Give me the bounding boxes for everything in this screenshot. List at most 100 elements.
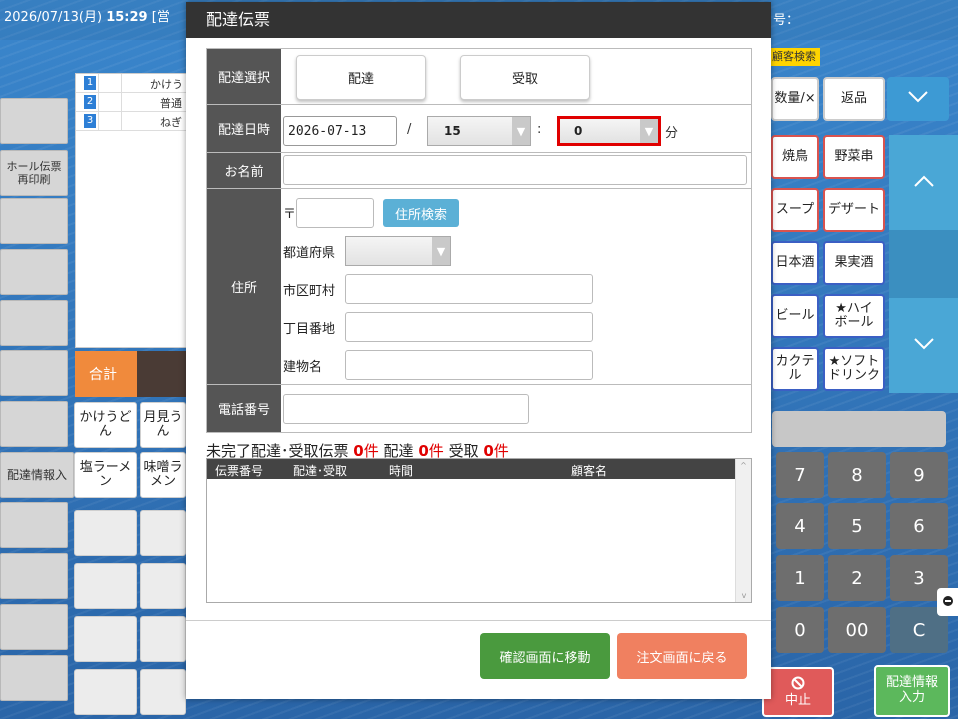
pending-list-header: 伝票番号 配達･受取 時間 顧客名 bbox=[207, 459, 735, 479]
key-4[interactable]: 4 bbox=[776, 503, 824, 549]
scroll-down-button[interactable] bbox=[889, 298, 958, 393]
date-separator: / bbox=[407, 122, 412, 137]
col-customer-name: 顧客名 bbox=[571, 464, 608, 478]
customer-name-label: お名前 bbox=[207, 153, 281, 188]
return-button[interactable]: 返品 bbox=[823, 77, 885, 121]
key-6[interactable]: 6 bbox=[890, 503, 948, 549]
back-to-order-button[interactable]: 注文画面に戻る bbox=[617, 633, 747, 679]
city-input[interactable] bbox=[345, 274, 593, 304]
category-soft-drink[interactable]: ★ソフト ドリンク bbox=[823, 347, 885, 391]
col-delivery-pickup: 配達･受取 bbox=[293, 464, 348, 478]
delivery-date-input[interactable]: 2026-07-13 bbox=[283, 116, 397, 146]
order-row[interactable]: 2 普通 bbox=[76, 93, 189, 112]
pickup-option-button[interactable]: 受取 bbox=[460, 55, 590, 100]
delivery-slip-dialog: 配達伝票 配達選択 配達 受取 配達日時 2026-07-13 / 15 ▼ :… bbox=[186, 2, 771, 699]
product-button-empty[interactable] bbox=[74, 563, 137, 609]
qty-multiply-button[interactable]: 数量/× bbox=[771, 77, 819, 121]
delivery-datetime-label: 配達日時 bbox=[207, 105, 281, 152]
category-highball[interactable]: ★ハイ ボール bbox=[823, 294, 885, 338]
chevron-up-icon bbox=[913, 174, 935, 192]
side-panel-toggle[interactable] bbox=[937, 588, 958, 616]
prefecture-label: 都道府県 bbox=[283, 246, 336, 261]
key-8[interactable]: 8 bbox=[828, 452, 886, 498]
order-row-number: 2 bbox=[84, 95, 96, 109]
hall-reprint-button[interactable]: ホール伝票 再印刷 bbox=[0, 150, 68, 196]
left-button-11[interactable] bbox=[0, 604, 68, 650]
category-kajitsushu[interactable]: 果実酒 bbox=[823, 241, 885, 285]
total-amount-panel bbox=[137, 351, 187, 397]
left-button-3[interactable] bbox=[0, 198, 68, 244]
product-button-empty[interactable] bbox=[140, 616, 186, 662]
delivery-option-button[interactable]: 配達 bbox=[296, 55, 426, 100]
product-button-empty[interactable] bbox=[140, 510, 186, 556]
category-yasai-kushi[interactable]: 野菜串 bbox=[823, 135, 885, 179]
prefecture-select[interactable]: ▼ bbox=[345, 236, 451, 266]
go-to-confirm-button[interactable]: 確認画面に移動 bbox=[480, 633, 610, 679]
left-button-10[interactable] bbox=[0, 553, 68, 599]
key-0[interactable]: 0 bbox=[776, 607, 824, 653]
key-00[interactable]: 00 bbox=[828, 607, 886, 653]
customer-search-button[interactable]: 顧客検索 bbox=[770, 48, 820, 66]
order-row[interactable]: 1 かけう bbox=[76, 74, 189, 93]
key-7[interactable]: 7 bbox=[776, 452, 824, 498]
chevron-up-icon: ^ bbox=[740, 461, 747, 470]
postal-code-input[interactable] bbox=[296, 198, 374, 228]
hour-select[interactable]: 15 ▼ bbox=[427, 116, 531, 146]
left-button-1[interactable] bbox=[0, 98, 68, 144]
product-button-miso-ramen[interactable]: 味噌ラ メン bbox=[140, 452, 186, 498]
collapse-toggle-button[interactable] bbox=[887, 77, 949, 121]
customer-name-input[interactable] bbox=[283, 155, 747, 185]
delivery-info-input-right-button[interactable]: 配達情報 入力 bbox=[874, 665, 950, 717]
numeric-display bbox=[772, 411, 946, 447]
key-2[interactable]: 2 bbox=[828, 555, 886, 601]
minute-select[interactable]: 0 ▼ bbox=[557, 116, 661, 146]
product-button-empty[interactable] bbox=[74, 510, 137, 556]
delivery-info-input-button[interactable]: 配達情報入 bbox=[0, 452, 74, 498]
category-nihonshu[interactable]: 日本酒 bbox=[771, 241, 819, 285]
product-button-empty[interactable] bbox=[140, 563, 186, 609]
category-beer[interactable]: ビール bbox=[771, 294, 819, 338]
time-separator: : bbox=[537, 122, 542, 137]
left-button-6[interactable] bbox=[0, 350, 68, 396]
product-button-empty[interactable] bbox=[74, 616, 137, 662]
col-slip-number: 伝票番号 bbox=[215, 464, 264, 478]
list-scrollbar[interactable]: ^ v bbox=[735, 459, 751, 602]
phone-input[interactable] bbox=[283, 394, 529, 424]
stop-button[interactable]: 中止 bbox=[762, 667, 834, 717]
address-search-button[interactable]: 住所検索 bbox=[383, 199, 459, 227]
delivery-select-row: 配達選択 配達 受取 bbox=[207, 49, 751, 105]
key-5[interactable]: 5 bbox=[828, 503, 886, 549]
order-row-name: ねぎ bbox=[160, 116, 182, 129]
product-button-kake-udon[interactable]: かけうど ん bbox=[74, 402, 137, 448]
order-row[interactable]: 3 ねぎ bbox=[76, 112, 189, 131]
order-row-cell bbox=[98, 112, 122, 131]
key-9[interactable]: 9 bbox=[890, 452, 948, 498]
chevron-down-icon bbox=[907, 90, 929, 108]
category-soup[interactable]: スープ bbox=[771, 188, 819, 232]
key-1[interactable]: 1 bbox=[776, 555, 824, 601]
delivery-select-label: 配達選択 bbox=[207, 49, 281, 104]
left-button-12[interactable] bbox=[0, 655, 68, 701]
left-button-4[interactable] bbox=[0, 249, 68, 295]
building-label: 建物名 bbox=[283, 360, 323, 375]
category-cocktail[interactable]: カクテ ル bbox=[771, 347, 819, 391]
time-text: 15:29 bbox=[106, 10, 148, 25]
category-yakitori[interactable]: 焼鳥 bbox=[771, 135, 819, 179]
scroll-up-button[interactable] bbox=[889, 135, 958, 230]
product-button-tsukimi-udon[interactable]: 月見う ん bbox=[140, 402, 186, 448]
chevron-down-icon: ▼ bbox=[432, 237, 450, 265]
col-time: 時間 bbox=[389, 464, 414, 478]
product-button-empty[interactable] bbox=[74, 669, 137, 715]
left-button-7[interactable] bbox=[0, 401, 68, 447]
date-text: 2026/07/13(月) bbox=[4, 10, 103, 25]
product-button-shio-ramen[interactable]: 塩ラーメ ン bbox=[74, 452, 137, 498]
status-text: [営 bbox=[151, 10, 170, 25]
category-dessert[interactable]: デザート bbox=[823, 188, 885, 232]
building-input[interactable] bbox=[345, 350, 593, 380]
left-button-5[interactable] bbox=[0, 300, 68, 346]
datetime-display: 2026/07/13(月) 15:29 [営 bbox=[4, 6, 170, 25]
product-button-empty[interactable] bbox=[140, 669, 186, 715]
left-button-9[interactable] bbox=[0, 502, 68, 548]
street-input[interactable] bbox=[345, 312, 593, 342]
delivery-form: 配達選択 配達 受取 配達日時 2026-07-13 / 15 ▼ : 0 ▼ … bbox=[206, 48, 752, 433]
